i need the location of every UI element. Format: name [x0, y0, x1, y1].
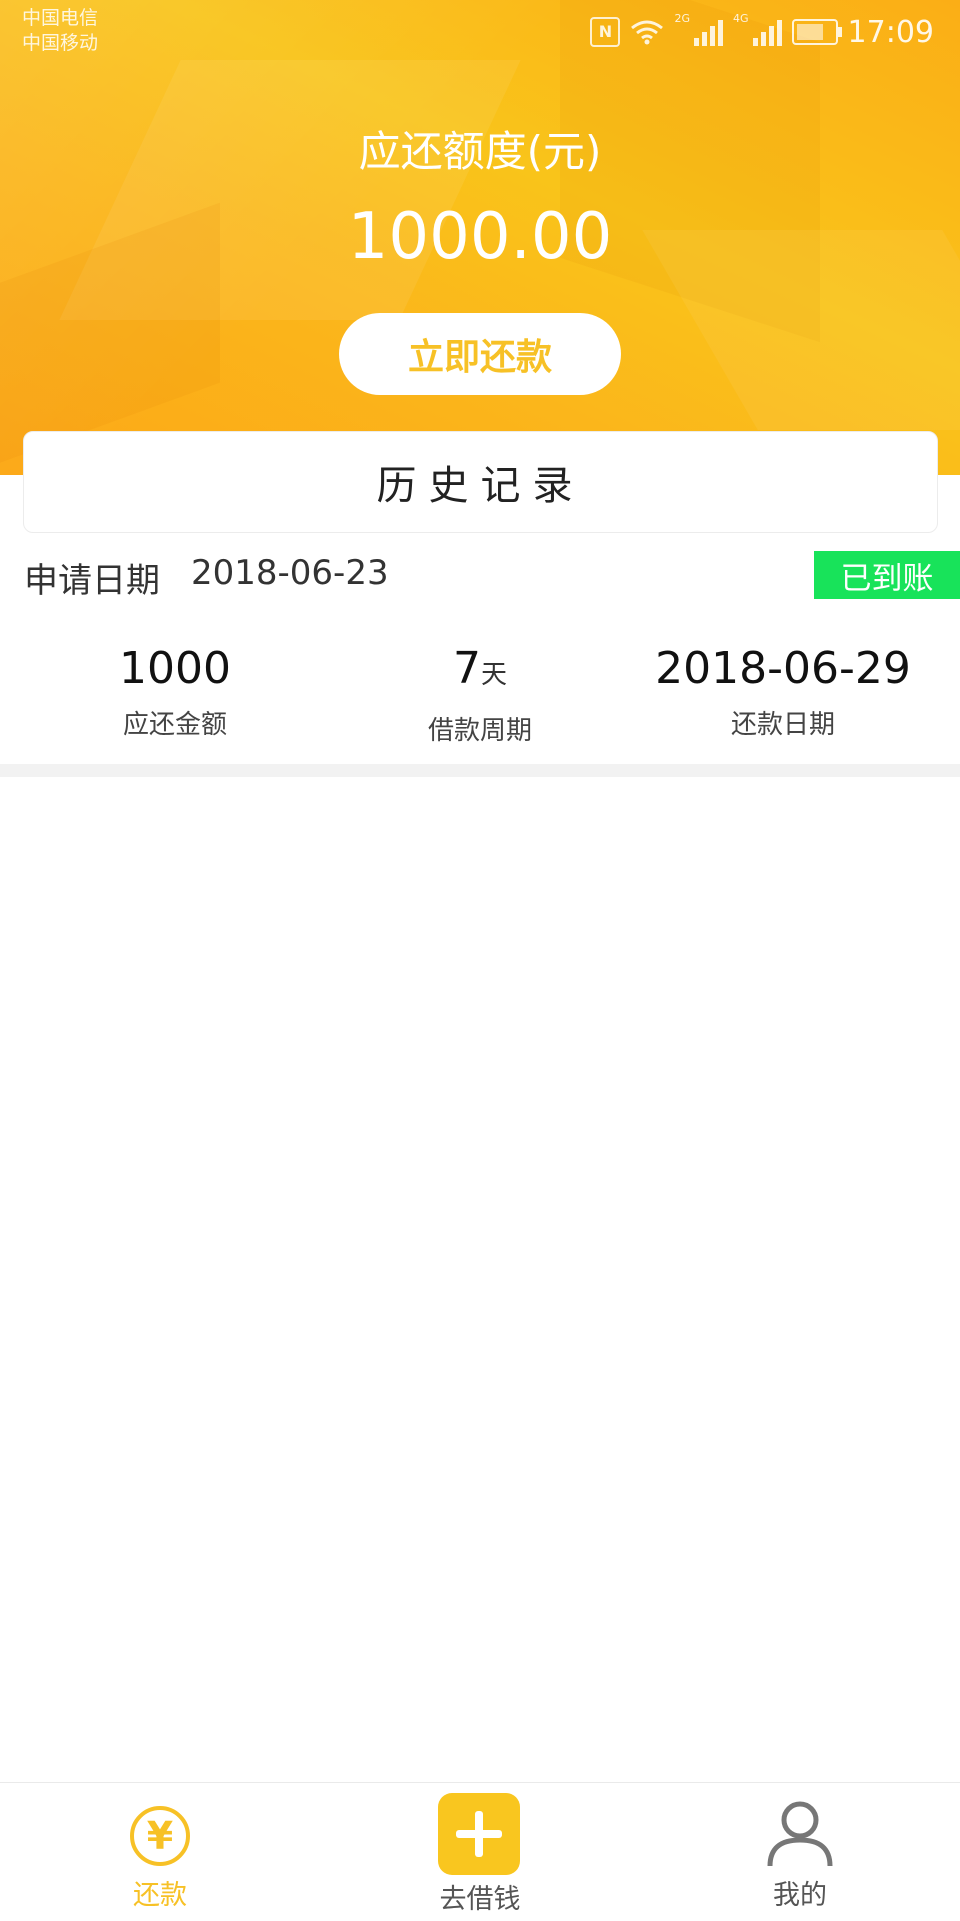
carrier-1: 中国电信 [22, 7, 99, 29]
apply-date-label: 申请日期 [24, 561, 160, 601]
battery-icon [791, 19, 842, 45]
wifi-icon [631, 20, 664, 45]
tab-repay[interactable]: ¥ 还款 [60, 1783, 260, 1921]
tab-mine-label: 我的 [773, 1880, 827, 1911]
tab-repay-label: 还款 [133, 1880, 187, 1911]
tab-borrow[interactable]: 去借钱 [380, 1783, 580, 1921]
tab-borrow-label: 去借钱 [439, 1884, 521, 1915]
apply-date-value: 2018-06-23 [191, 553, 389, 593]
record-stats: 1000 应还金额 7天 借款周期 2018-06-29 还款日期 [0, 640, 960, 750]
plus-icon [438, 1793, 520, 1875]
carrier-info: 中国电信 中国移动 [22, 6, 98, 56]
header-banner: 中国电信 中国移动 N 2G 4G 17:09 应还额度(元) 1000.00 … [0, 0, 960, 475]
stat-repay-date: 2018-06-29 还款日期 [623, 640, 943, 741]
section-divider [0, 764, 960, 777]
user-icon [767, 1801, 833, 1867]
amount-label: 应还金额 [122, 710, 227, 740]
amount-due-label: 应还额度(元) [358, 127, 602, 176]
period-unit: 天 [480, 660, 507, 690]
amount-due-value: 1000.00 [347, 200, 613, 274]
status-badge: 已到账 [814, 551, 960, 599]
carrier-2: 中国移动 [22, 32, 99, 54]
period-label: 借款周期 [427, 716, 532, 746]
repay-now-button[interactable]: 立即还款 [339, 313, 621, 395]
clock: 17:09 [847, 14, 934, 50]
status-bar: 中国电信 中国移动 N 2G 4G 17:09 [0, 0, 960, 64]
period-value: 7 [452, 643, 481, 694]
network-2g-label: 2G [674, 12, 690, 25]
amount-value: 1000 [119, 643, 231, 694]
stat-amount: 1000 应还金额 [15, 640, 335, 741]
status-icons: N 2G 4G 17:09 [590, 12, 934, 52]
network-4g-label: 4G [733, 12, 749, 25]
signal-2g-icon [694, 18, 723, 46]
period-value-wrap: 7天 [320, 640, 640, 704]
repay-date-value: 2018-06-29 [655, 643, 911, 694]
history-title-card: 历史记录 [23, 431, 938, 533]
yen-icon: ¥ [130, 1806, 190, 1866]
stat-period: 7天 借款周期 [320, 640, 640, 747]
bottom-tab-bar: ¥ 还款 去借钱 我的 [0, 1782, 960, 1921]
tab-mine[interactable]: 我的 [700, 1783, 900, 1921]
repay-date-label: 还款日期 [730, 710, 835, 740]
nfc-icon: N [590, 17, 621, 47]
signal-4g-icon [752, 18, 782, 46]
history-title: 历史记录 [376, 463, 585, 509]
